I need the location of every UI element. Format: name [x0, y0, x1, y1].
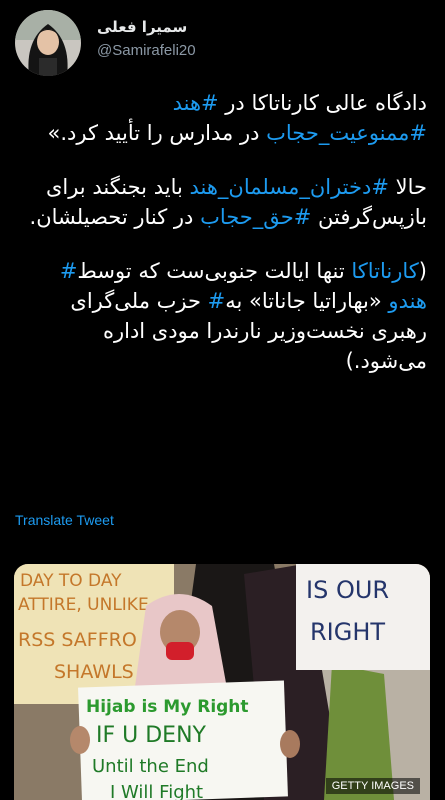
text-segment: تنها ایالت جنوبی‌ست که توسط	[77, 259, 352, 283]
avatar-image	[15, 10, 81, 76]
handle[interactable]: @Samirafeli20	[97, 42, 196, 59]
hashtag-link[interactable]: #دختران_مسلمان_هند	[190, 175, 389, 199]
tweet: سمیرا فعلی @Samirafeli20 دادگاه عالی کار…	[0, 0, 445, 800]
sign-right-line-2: RIGHT	[310, 618, 385, 646]
sign-right: IS OUR RIGHT	[296, 564, 430, 670]
sign-right-line-1: IS OUR	[306, 576, 389, 604]
tweet-media[interactable]: DAY TO DAY ATTIRE, UNLIKE RSS SAFFRO SHA…	[14, 564, 430, 800]
sign-center-line-3: Until the End	[92, 756, 209, 777]
hashtag-link[interactable]: کارناتاکا	[351, 259, 418, 283]
text-segment: «بهاراتیا جاناتا» به	[225, 289, 389, 313]
hashtag-link[interactable]: #ممنوعیت_حجاب	[266, 121, 427, 145]
hashtag-link[interactable]: #حق_حجاب	[200, 205, 311, 229]
tweet-text: دادگاه عالی کارناتاکا در #هند #ممنوعیت_ح…	[16, 88, 427, 376]
sign-center-line-1: Hijab is My Right	[86, 697, 249, 717]
hashtag-link[interactable]: هندو	[388, 289, 427, 313]
display-name[interactable]: سمیرا فعلی	[97, 18, 196, 36]
translate-tweet-link[interactable]: Translate Tweet	[15, 512, 114, 528]
sign-left-line-4: SHAWLS	[54, 661, 134, 683]
hashtag-link[interactable]: #هند	[173, 91, 219, 115]
sign-center-line-4: I Will Fight	[110, 782, 203, 800]
getty-images-watermark: GETTY IMAGES	[325, 778, 420, 794]
text-segment: (	[418, 259, 427, 283]
sign-left-line-1: DAY TO DAY	[20, 571, 122, 591]
text-segment: در کنار تحصیلشان.	[29, 205, 201, 229]
tweet-paragraph-1: دادگاه عالی کارناتاکا در #هند #ممنوعیت_ح…	[16, 88, 427, 148]
text-segment: در مدارس را تأیید کرد.»	[47, 121, 267, 145]
tweet-header: سمیرا فعلی @Samirafeli20	[15, 10, 430, 78]
sign-center-line-2: IF U DENY	[96, 723, 207, 748]
sign-left-line-3: RSS SAFFRO	[18, 629, 137, 651]
avatar[interactable]	[15, 10, 81, 76]
sign-center: Hijab is My Right IF U DENY Until the En…	[78, 680, 288, 800]
protest-photo: DAY TO DAY ATTIRE, UNLIKE RSS SAFFRO SHA…	[14, 564, 430, 800]
text-segment: حالا	[388, 175, 427, 199]
sign-left-line-2: ATTIRE, UNLIKE	[18, 595, 149, 615]
text-segment: دادگاه عالی کارناتاکا در	[218, 91, 427, 115]
tweet-paragraph-3: (کارناتاکا تنها ایالت جنوبی‌ست که توسط# …	[16, 256, 427, 376]
hashtag-link[interactable]: #	[208, 289, 226, 313]
author-names: سمیرا فعلی @Samirafeli20	[97, 18, 196, 59]
hashtag-link[interactable]: #	[60, 259, 78, 283]
tweet-paragraph-2: حالا #دختران_مسلمان_هند باید بجنگند برای…	[16, 172, 427, 232]
